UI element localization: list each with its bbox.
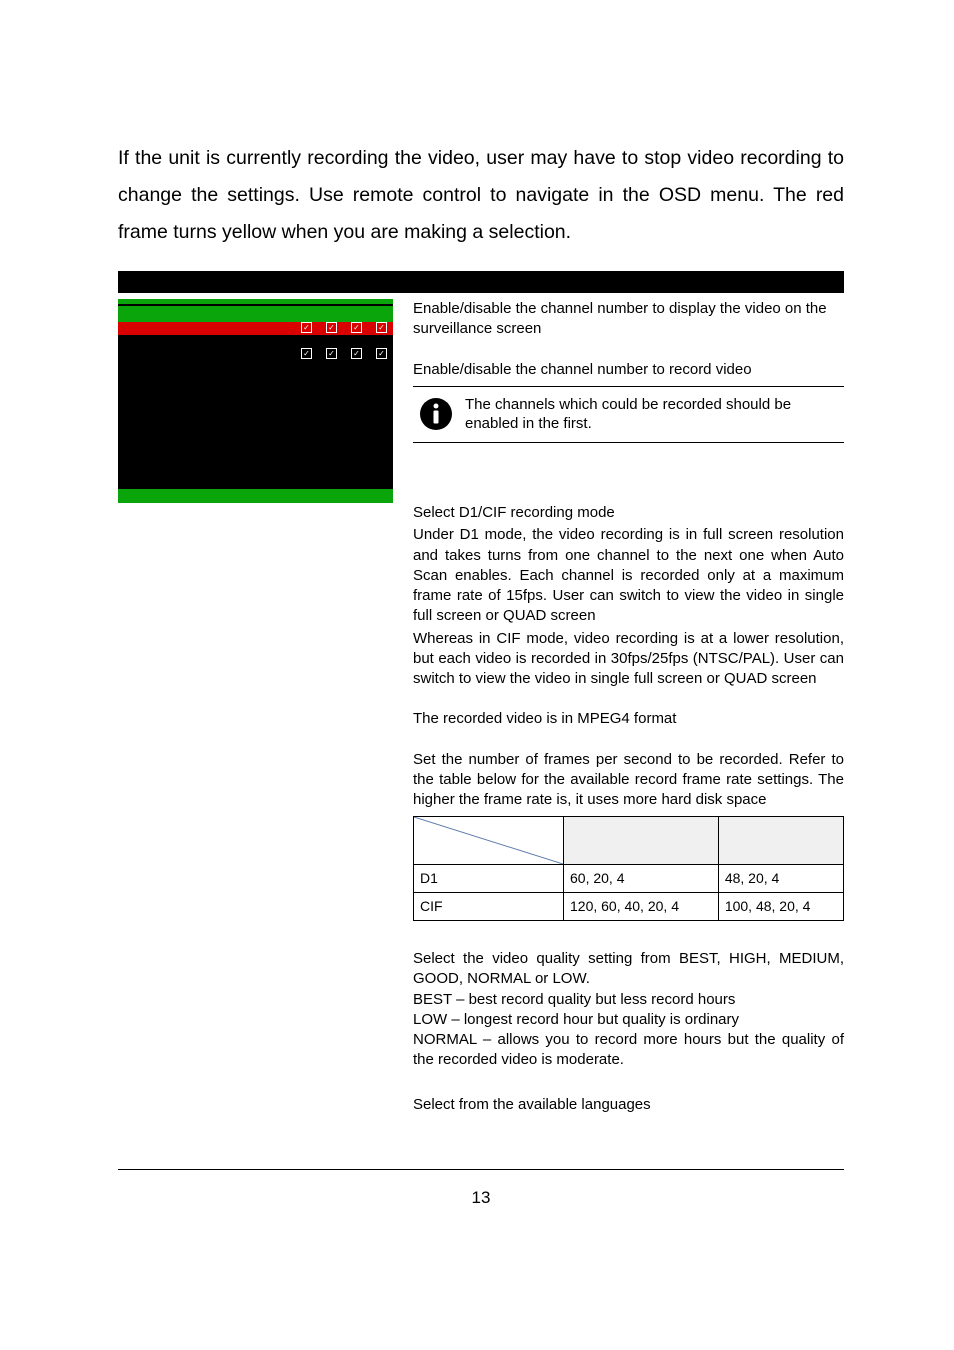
table-header-ntsc	[564, 817, 719, 865]
video-quality-p3: LOW – longest record hour but quality is…	[413, 1010, 844, 1030]
checkbox-icon	[351, 348, 362, 359]
record-mode-p1: Under D1 mode, the video recording is in…	[413, 525, 844, 626]
table-cell: 60, 20, 4	[564, 865, 719, 893]
frame-rate-table: D1 60, 20, 4 48, 20, 4 CIF 120, 60, 40, …	[413, 816, 844, 921]
page-number: 13	[118, 1188, 844, 1208]
checkbox-icon	[326, 348, 337, 359]
record-mode-p2: Whereas in CIF mode, video recording is …	[413, 629, 844, 690]
table-cell: CIF	[414, 893, 564, 921]
checkbox-icon	[376, 322, 387, 333]
checkbox-icon	[326, 322, 337, 333]
info-callout: The channels which could be recorded sho…	[413, 395, 844, 443]
language-desc: Select from the available languages	[413, 1095, 844, 1115]
table-row: D1 60, 20, 4 48, 20, 4	[414, 865, 844, 893]
info-text-tail: first.	[563, 415, 591, 432]
info-icon	[419, 397, 453, 431]
osd-selected-row	[118, 322, 393, 335]
record-mode-head: Select D1/CIF recording mode	[413, 503, 844, 523]
intro-paragraph: If the unit is currently recording the v…	[118, 140, 844, 251]
checkbox-icon	[376, 348, 387, 359]
video-format-desc: The recorded video is in MPEG4 format	[413, 709, 844, 729]
table-cell: 100, 48, 20, 4	[718, 893, 843, 921]
camera-select-desc: Enable/disable the channel number to dis…	[413, 299, 844, 340]
record-select-desc: Enable/disable the channel number to rec…	[413, 360, 844, 380]
checkbox-icon	[301, 348, 312, 359]
video-quality-p4: NORMAL – allows you to record more hours…	[413, 1030, 844, 1071]
table-cell: 48, 20, 4	[718, 865, 843, 893]
frame-rate-desc: Set the number of frames per second to b…	[413, 750, 844, 811]
info-text-main: The channels which could be recorded sho…	[465, 396, 791, 433]
footer-separator	[118, 1169, 844, 1170]
osd-screenshot	[118, 299, 393, 503]
video-quality-p1: Select the video quality setting from BE…	[413, 949, 844, 990]
checkbox-icon	[301, 322, 312, 333]
table-diagonal-header	[414, 817, 564, 865]
table-row: CIF 120, 60, 40, 20, 4 100, 48, 20, 4	[414, 893, 844, 921]
table-cell: D1	[414, 865, 564, 893]
separator	[413, 386, 844, 387]
osd-body	[118, 335, 393, 489]
black-header-bar	[118, 271, 844, 293]
table-header-pal	[718, 817, 843, 865]
checkbox-icon	[351, 322, 362, 333]
video-quality-p2: BEST – best record quality but less reco…	[413, 990, 844, 1010]
table-cell: 120, 60, 40, 20, 4	[564, 893, 719, 921]
